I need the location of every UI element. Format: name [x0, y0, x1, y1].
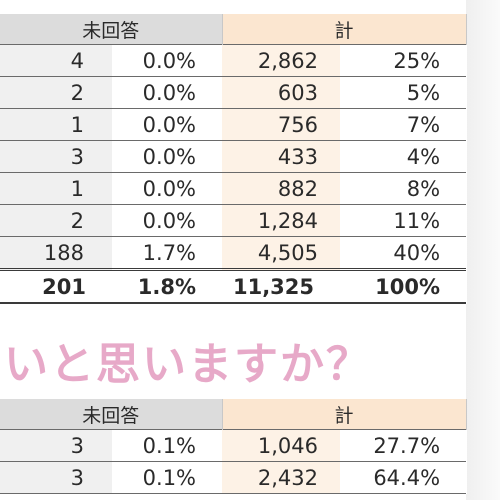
unanswered-count: 1 [0, 108, 112, 141]
summary-table-2: 未回答 計 3 0.1% 1,046 27.7% 3 0.1% 2,432 64… [0, 399, 467, 494]
table-row: 188 1.7% 4,505 40% [0, 236, 467, 270]
unanswered-count: 2 [0, 76, 112, 109]
unanswered-pct: 0.0% [112, 172, 223, 205]
total-pct: 64.4% [340, 461, 467, 494]
total-count: 1,046 [222, 429, 341, 462]
total-pct: 25% [340, 44, 467, 77]
header-total: 計 [222, 399, 467, 430]
total-count: 433 [222, 140, 341, 173]
total-pct: 8% [340, 172, 467, 205]
grand-total-pct: 100% [340, 268, 467, 304]
table-row: 2 0.0% 1,284 11% [0, 204, 467, 237]
total-count: 603 [222, 76, 341, 109]
unanswered-pct: 0.0% [112, 44, 223, 77]
total-unanswered-pct: 1.8% [112, 268, 223, 304]
unanswered-pct: 0.0% [112, 140, 223, 173]
grand-total-count: 11,325 [222, 268, 341, 304]
unanswered-pct: 0.1% [112, 429, 223, 462]
unanswered-pct: 0.1% [112, 461, 223, 494]
total-pct: 40% [340, 236, 467, 270]
total-count: 2,862 [222, 44, 341, 77]
table-header-row: 未回答 計 [0, 399, 467, 430]
table-row: 2 0.0% 603 5% [0, 76, 467, 109]
total-pct: 11% [340, 204, 467, 237]
table-total-row: 201 1.8% 11,325 100% [0, 268, 467, 304]
unanswered-count: 3 [0, 140, 112, 173]
table-row: 3 0.0% 433 4% [0, 140, 467, 173]
unanswered-count: 3 [0, 461, 112, 494]
summary-table-1: 未回答 計 4 0.0% 2,862 25% 2 0.0% 603 5% 1 0… [0, 14, 467, 304]
table-header-row: 未回答 計 [0, 14, 467, 45]
unanswered-pct: 0.0% [112, 76, 223, 109]
table-row: 3 0.1% 1,046 27.7% [0, 429, 467, 462]
total-pct: 4% [340, 140, 467, 173]
total-count: 882 [222, 172, 341, 205]
table-row: 4 0.0% 2,862 25% [0, 44, 467, 77]
table-row: 1 0.0% 756 7% [0, 108, 467, 141]
unanswered-pct: 0.0% [112, 204, 223, 237]
table-row: 3 0.1% 2,432 64.4% [0, 461, 467, 494]
total-count: 756 [222, 108, 341, 141]
total-count: 1,284 [222, 204, 341, 237]
total-pct: 27.7% [340, 429, 467, 462]
unanswered-pct: 0.0% [112, 108, 223, 141]
total-count: 4,505 [222, 236, 341, 270]
total-unanswered-count: 201 [0, 268, 112, 304]
header-total: 計 [222, 14, 467, 45]
total-count: 2,432 [222, 461, 341, 494]
page-edge-shadow [466, 0, 500, 500]
unanswered-count: 188 [0, 236, 112, 270]
header-unanswered: 未回答 [0, 14, 223, 45]
unanswered-count: 3 [0, 429, 112, 462]
question-heading: いと思いますか？ [4, 339, 372, 390]
unanswered-pct: 1.7% [112, 236, 223, 270]
table-row: 1 0.0% 882 8% [0, 172, 467, 205]
unanswered-count: 4 [0, 44, 112, 77]
unanswered-count: 2 [0, 204, 112, 237]
total-pct: 5% [340, 76, 467, 109]
header-unanswered: 未回答 [0, 399, 223, 430]
unanswered-count: 1 [0, 172, 112, 205]
total-pct: 7% [340, 108, 467, 141]
